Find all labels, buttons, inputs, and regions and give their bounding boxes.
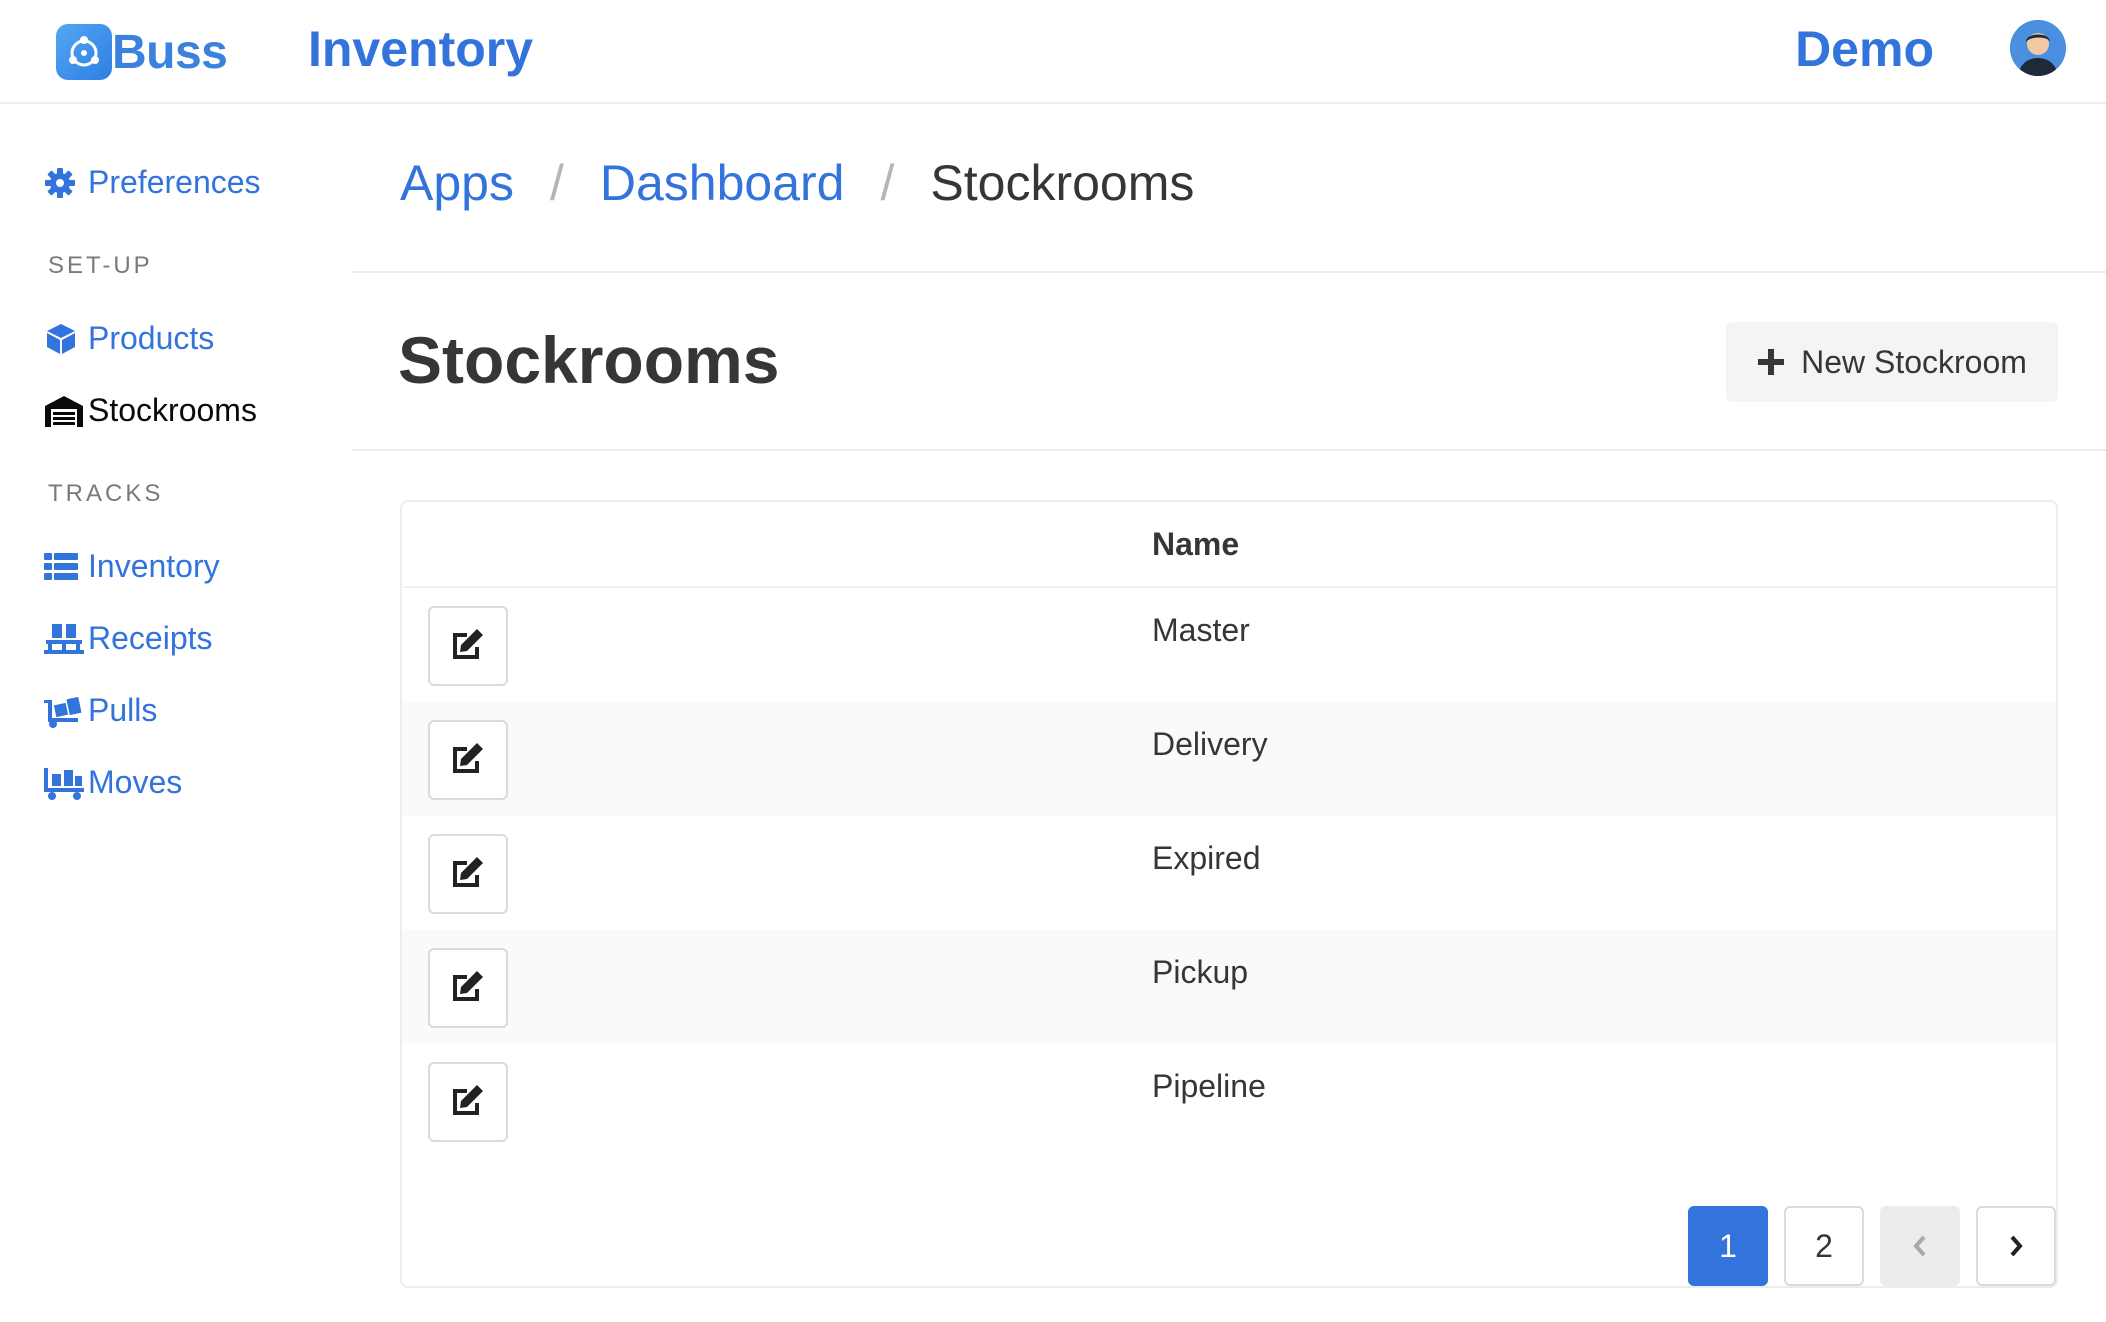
chevron-right-icon <box>2007 1228 2025 1265</box>
row-name[interactable]: Expired <box>1152 840 1261 877</box>
page-2-button[interactable]: 2 <box>1784 1206 1864 1286</box>
dolly-icon <box>44 693 88 729</box>
table-row: Delivery <box>402 702 2056 816</box>
breadcrumb-separator: / <box>880 155 895 211</box>
box-icon <box>44 321 88 357</box>
sidebar: Preferences SET-UP Products Stockrooms T… <box>0 104 352 1322</box>
network-nodes-icon <box>56 24 112 80</box>
user-avatar[interactable] <box>2010 20 2066 76</box>
chevron-left-icon <box>1911 1228 1929 1265</box>
sidebar-item-pulls[interactable]: Pulls <box>44 692 157 729</box>
row-name[interactable]: Delivery <box>1152 726 1268 763</box>
breadcrumb-separator: / <box>549 155 564 211</box>
next-page-button[interactable] <box>1976 1206 2056 1286</box>
breadcrumb-dashboard[interactable]: Dashboard <box>600 154 845 212</box>
edit-button[interactable] <box>428 720 508 800</box>
table-row: Pipeline <box>402 1044 2056 1158</box>
sidebar-item-label: Products <box>88 320 215 356</box>
breadcrumb: Apps / Dashboard / Stockrooms <box>400 154 1194 212</box>
edit-icon <box>449 969 487 1008</box>
divider <box>352 449 2106 451</box>
section-label-tracks: TRACKS <box>48 480 164 507</box>
user-menu-name[interactable]: Demo <box>1795 20 1934 78</box>
edit-button[interactable] <box>428 948 508 1028</box>
brand-logo[interactable]: Buss <box>56 24 228 80</box>
edit-icon <box>449 855 487 894</box>
breadcrumb-apps[interactable]: Apps <box>400 154 514 212</box>
edit-button[interactable] <box>428 1062 508 1142</box>
new-stockroom-label: New Stockroom <box>1801 343 2027 380</box>
sidebar-item-label: Stockrooms <box>88 392 257 428</box>
sidebar-item-label: Pulls <box>88 692 158 728</box>
warehouse-icon <box>44 393 88 429</box>
new-stockroom-button[interactable]: New Stockroom <box>1726 322 2058 402</box>
sidebar-item-inventory[interactable]: Inventory <box>44 548 220 585</box>
table-row: Expired <box>402 816 2056 930</box>
sidebar-item-label: Preferences <box>88 164 261 200</box>
plus-icon <box>1757 340 1785 384</box>
page-title: Stockrooms <box>398 323 780 397</box>
section-label-setup: SET-UP <box>48 252 153 279</box>
cart-icon <box>44 765 88 801</box>
table-row: Pickup <box>402 930 2056 1044</box>
previous-page-button[interactable] <box>1880 1206 1960 1286</box>
row-name[interactable]: Pickup <box>1152 954 1248 991</box>
top-navbar: Buss Inventory Demo <box>0 0 2106 104</box>
pallet-icon <box>44 621 88 657</box>
edit-button[interactable] <box>428 606 508 686</box>
row-name[interactable]: Pipeline <box>1152 1068 1266 1105</box>
edit-icon <box>449 741 487 780</box>
sidebar-item-moves[interactable]: Moves <box>44 764 182 801</box>
sidebar-item-label: Moves <box>88 764 183 800</box>
edit-icon <box>449 627 487 666</box>
breadcrumb-current: Stockrooms <box>930 155 1195 211</box>
row-name[interactable]: Master <box>1152 612 1250 649</box>
brand-name: Buss <box>112 25 228 79</box>
list-icon <box>44 549 88 585</box>
page-1-button[interactable]: 1 <box>1688 1206 1768 1286</box>
gear-icon <box>44 165 88 201</box>
sidebar-item-label: Inventory <box>88 548 220 584</box>
divider <box>352 271 2106 273</box>
app-title[interactable]: Inventory <box>308 20 533 78</box>
sidebar-item-receipts[interactable]: Receipts <box>44 620 213 657</box>
edit-button[interactable] <box>428 834 508 914</box>
sidebar-item-products[interactable]: Products <box>44 320 214 357</box>
stockrooms-table: Name Master Delivery Expired Pickup Pipe… <box>400 500 2058 1288</box>
sidebar-item-preferences[interactable]: Preferences <box>44 164 261 201</box>
column-header-name: Name <box>1152 526 1240 562</box>
sidebar-item-label: Receipts <box>88 620 213 656</box>
table-row: Master <box>402 588 2056 702</box>
edit-icon <box>449 1083 487 1122</box>
sidebar-item-stockrooms[interactable]: Stockrooms <box>44 392 257 429</box>
